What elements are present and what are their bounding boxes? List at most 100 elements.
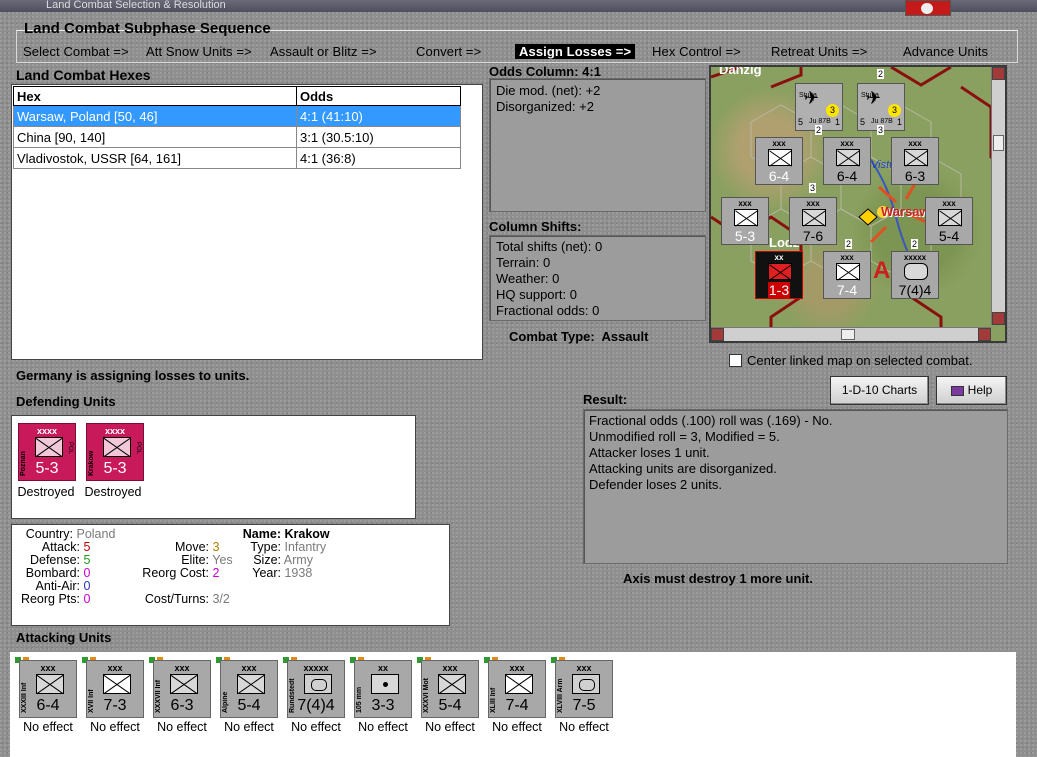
stack-number: 3: [877, 125, 885, 135]
scroll-right-icon[interactable]: [978, 328, 991, 341]
map-counter-stuka-1[interactable]: Stuka ✈ 3 5 Ju 87B 1: [795, 83, 843, 131]
map-counter-val: 7(4)4: [898, 282, 932, 298]
attacker-counter[interactable]: xxx XLIII Inf 7-4: [488, 660, 546, 718]
unit-type-icon: [237, 674, 265, 694]
scroll-up-icon[interactable]: [992, 67, 1005, 80]
result-line: Defender loses 2 units.: [589, 477, 722, 492]
column-shifts-title: Column Shifts:: [489, 219, 582, 234]
disorganized-line: Disorganized: +2: [496, 99, 594, 114]
map-counter-stuka-2[interactable]: Stuka ✈ 3 5 Ju 87B 1: [857, 83, 905, 131]
map-counter-badge: 3: [888, 104, 901, 117]
unit-type-icon: [103, 674, 131, 694]
plane-icon: ✈: [866, 88, 882, 108]
center-map-checkbox[interactable]: [729, 354, 742, 367]
charts-button[interactable]: 1-D-10 Charts: [830, 376, 929, 405]
step-select-combat: Select Combat =>: [23, 44, 129, 59]
attacker-counter[interactable]: xxxxx Rundstedt 7(4)4: [287, 660, 345, 718]
year-value: 1938: [284, 566, 313, 580]
name-value: Krakow: [284, 527, 330, 541]
attacker-result: No effect: [425, 720, 475, 734]
map-counter-xiii-inf[interactable]: xxx 5-3: [721, 197, 769, 245]
counter-value: 7-5: [572, 697, 596, 714]
counter-size: xxxx: [36, 426, 58, 436]
map-counter-val: 5: [798, 117, 804, 127]
result-footer: Axis must destroy 1 more unit.: [623, 571, 813, 586]
map-counter-val: 6-3: [904, 168, 926, 184]
counter-size: xx: [377, 663, 388, 673]
scroll-thumb[interactable]: [993, 135, 1004, 151]
counter-size: xxx: [442, 663, 458, 673]
land-combat-hexes-panel: Hex Odds Warsaw, Poland [50, 46] 4:1 (41:1…: [11, 84, 483, 360]
map-counter-val: 5-3: [734, 228, 756, 244]
odds-cell: 3:1 (30.5:10): [296, 126, 461, 148]
map-label-danzig: Danzig: [719, 65, 762, 77]
hq-support-line: HQ support: 0: [496, 287, 577, 302]
attacker-counter[interactable]: xxx XXXVI Mot 5-4: [421, 660, 479, 718]
scroll-thumb[interactable]: [841, 329, 855, 340]
map-counter-xvii-inf[interactable]: xxx 7-4: [823, 251, 871, 299]
year-label: Year:: [252, 566, 281, 580]
costturns-label: Cost/Turns:: [144, 592, 209, 606]
step-hex-control: Hex Control =>: [652, 44, 741, 59]
attacker-result: No effect: [559, 720, 609, 734]
map-counter-i-inf[interactable]: xxx 6-4: [755, 137, 803, 185]
unit-type-icon: [572, 674, 600, 694]
unit-status-pips: [417, 651, 433, 663]
map-counter-alpine[interactable]: xxx 5-4: [925, 197, 973, 245]
map-counter-size: xxx: [908, 139, 922, 148]
scroll-left-icon[interactable]: [711, 328, 724, 341]
map-counter-val: 7-6: [802, 228, 824, 244]
unit-type-icon: [505, 674, 533, 694]
unit-status-pips: [350, 651, 366, 663]
step-retreat-units: Retreat Units =>: [771, 44, 868, 59]
attacker-counter[interactable]: xxx XXXVII Inf 6-3: [153, 660, 211, 718]
map-counter-viii-mech[interactable]: xxx 7-6: [789, 197, 837, 245]
map-counter-warsaw[interactable]: xx 1-3: [755, 251, 803, 299]
nation-flag-icon: [905, 0, 951, 16]
infantry-icon: [836, 263, 860, 280]
result-line: Fractional odds (.100) roll was (.169) -…: [589, 413, 833, 428]
defending-units-title: Defending Units: [16, 394, 116, 409]
map-counter-rundstedt[interactable]: xxxxx 7(4)4: [891, 251, 939, 299]
plane-icon: ✈: [804, 88, 820, 108]
move-value: 3: [212, 540, 220, 554]
attacker-counter[interactable]: xx 105 mm 3-3: [354, 660, 412, 718]
unit-status-pips: [82, 651, 98, 663]
map-counter-val: 5: [860, 117, 866, 127]
step-assign-losses: Assign Losses =>: [515, 44, 636, 59]
infantry-icon: [35, 437, 63, 457]
step-convert: Convert =>: [416, 44, 482, 59]
step-advance-units: Advance Units: [903, 44, 989, 59]
attacker-counter[interactable]: xxx XVII Inf 7-3: [86, 660, 144, 718]
table-row[interactable]: Vladivostok, USSR [64, 161] 4:1 (36:8): [13, 147, 461, 169]
counter-nation: POL: [135, 442, 141, 455]
table-row[interactable]: China [90, 140] 3:1 (30.5:10): [13, 126, 461, 148]
infantry-icon: [103, 437, 131, 457]
counter-value: 5-4: [438, 697, 462, 714]
defender-counter-krakow[interactable]: xxxx Krakow POL 5-3: [86, 423, 144, 481]
center-map-label: Center linked map on selected combat.: [747, 353, 973, 368]
attacker-result: No effect: [224, 720, 274, 734]
map-counter-xxiii-inf[interactable]: xxx 6-4: [823, 137, 871, 185]
col-hex: Hex: [13, 86, 297, 106]
result-panel: Fractional odds (.100) roll was (.169) -…: [583, 409, 1008, 564]
attacker-counter[interactable]: xxx Alpine 5-4: [220, 660, 278, 718]
attacking-units-title: Attacking Units: [16, 630, 112, 645]
defender-counter-poznan[interactable]: xxxx Poznan POL 5-3: [18, 423, 76, 481]
linked-map[interactable]: Danzig Lodz Warsaw Vistula A Stuka ✈ 3 5…: [709, 65, 1007, 343]
counter-nation: POL: [67, 442, 73, 455]
counter-value: 6-3: [170, 697, 194, 714]
attacker-counter[interactable]: xxx XLVIII Arm 7-5: [555, 660, 613, 718]
help-button[interactable]: Help: [936, 376, 1007, 405]
map-horizontal-scrollbar[interactable]: [711, 327, 991, 341]
counter-size: xxx: [241, 663, 257, 673]
infantry-icon: [836, 149, 860, 166]
terrain-line: Terrain: 0: [496, 255, 551, 270]
scroll-down-icon[interactable]: [992, 312, 1005, 325]
reorgpts-label: Reorg Pts:: [20, 592, 80, 606]
map-vertical-scrollbar[interactable]: [991, 67, 1005, 325]
attacker-counter[interactable]: xxx XXXIII Inf 6-4: [19, 660, 77, 718]
map-counter-xxvii-inf[interactable]: xxx 6-3: [891, 137, 939, 185]
table-row[interactable]: Warsaw, Poland [50, 46] 4:1 (41:10): [13, 105, 461, 127]
window-title: Land Combat Selection & Resolution: [46, 0, 226, 11]
